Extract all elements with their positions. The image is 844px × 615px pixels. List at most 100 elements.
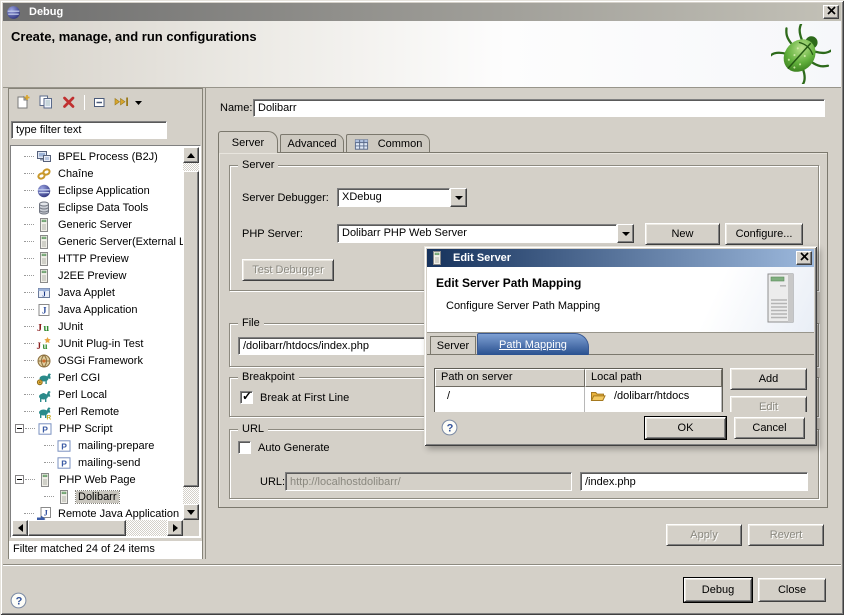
tree-guide-line [24, 292, 34, 293]
tree-horizontal-scrollbar[interactable] [12, 520, 183, 536]
osgi-framework-icon [36, 353, 52, 369]
horizontal-scroll-thumb[interactable] [28, 520, 126, 536]
tree-guide-line [24, 343, 34, 344]
tree-item-java-applet[interactable]: JJava Applet [12, 284, 183, 301]
tree-item-remote-java-application[interactable]: JRemote Java Application [12, 505, 183, 520]
name-label: Name: [220, 102, 252, 114]
path-mapping-table: Path on server Local path //dolibarr/htd… [434, 368, 723, 412]
tree-item-generic-server[interactable]: Generic Server [12, 216, 183, 233]
delete-button[interactable] [59, 93, 78, 111]
tree-item-osgi-framework[interactable]: OSGi Framework [12, 352, 183, 369]
tab-advanced[interactable]: Advanced [280, 134, 344, 153]
php-server-combo[interactable]: Dolibarr PHP Web Server [337, 224, 634, 243]
tree-item-perl-cgi[interactable]: Perl CGI [12, 369, 183, 386]
tree-guide-line [44, 445, 54, 446]
dialog-help-button[interactable]: ? [441, 419, 458, 436]
tree-vertical-scrollbar[interactable] [183, 147, 199, 520]
edit-server-titlebar[interactable]: Edit Server [427, 249, 814, 267]
tree-item-junit-plug-in-test[interactable]: JuJUnit Plug-in Test [12, 335, 183, 352]
url-path-input[interactable] [580, 472, 808, 491]
dialog-tab-path-mapping[interactable]: Path Mapping [477, 333, 589, 355]
url-base-input[interactable] [285, 472, 572, 491]
tree-item-bpel-process-b2j[interactable]: BPEL Process (B2J) [12, 148, 183, 165]
tree-item-label: HTTP Preview [56, 253, 131, 265]
column-local-path: Local path [585, 369, 722, 387]
close-button[interactable]: Close [758, 578, 826, 602]
server-icon [56, 489, 72, 505]
combo-dropdown-button[interactable] [450, 188, 467, 207]
database-icon [36, 200, 52, 216]
close-dialog-button[interactable] [796, 251, 812, 265]
help-button[interactable]: ? [10, 592, 27, 609]
tree-item-dolibarr[interactable]: Dolibarr [12, 488, 183, 505]
tree-guide-line [24, 394, 34, 395]
tree-item-generic-server-external-la[interactable]: Generic Server(External La [12, 233, 183, 250]
server-icon [36, 217, 52, 233]
scroll-left-button[interactable] [12, 520, 28, 536]
tree-item-eclipse-data-tools[interactable]: Eclipse Data Tools [12, 199, 183, 216]
configure-server-button[interactable]: Configure... [725, 223, 803, 245]
tree-item-php-script[interactable]: PPHP Script [12, 420, 183, 437]
tree-item-http-preview[interactable]: HTTP Preview [12, 250, 183, 267]
server-tower-image [764, 272, 798, 329]
junit-plugin-icon: Ju [36, 336, 52, 352]
window-title: Debug [29, 6, 63, 18]
svg-text:J: J [37, 323, 42, 334]
tab-server[interactable]: Server [218, 131, 278, 153]
scroll-down-button[interactable] [183, 504, 199, 520]
svg-text:?: ? [447, 423, 454, 435]
new-server-button[interactable]: New [645, 223, 720, 245]
vertical-scroll-thumb[interactable] [183, 171, 199, 487]
close-window-button[interactable] [823, 5, 839, 19]
empty-table-row [435, 405, 722, 412]
tree-item-cha-ne[interactable]: Chaîne [12, 165, 183, 182]
tree-item-j2ee-preview[interactable]: J2EE Preview [12, 267, 183, 284]
scroll-up-button[interactable] [183, 147, 199, 163]
edit-server-dialog: Edit Server Edit Server Path Mapping Con… [424, 246, 817, 446]
add-mapping-button[interactable]: Add [730, 368, 807, 390]
collapse-expander-icon[interactable] [15, 424, 24, 433]
tree-item-perl-local[interactable]: Perl Local [12, 386, 183, 403]
test-debugger-button[interactable]: Test Debugger [242, 259, 334, 281]
path-on-server-cell: / [435, 387, 585, 405]
collapse-all-button[interactable] [90, 93, 109, 111]
revert-button[interactable]: Revert [748, 524, 824, 546]
tab-common[interactable]: Common [346, 134, 430, 153]
break-first-line-checkbox[interactable] [240, 391, 253, 404]
dialog-tab-server[interactable]: Server [430, 336, 476, 355]
tree-item-java-application[interactable]: JJava Application [12, 301, 183, 318]
path-mapping-row[interactable]: //dolibarr/htdocs [435, 387, 722, 405]
ok-button[interactable]: OK [645, 417, 726, 439]
tree-item-php-web-page[interactable]: PHP Web Page [12, 471, 183, 488]
debug-button[interactable]: Debug [684, 578, 752, 602]
filter-input[interactable] [11, 121, 167, 139]
edit-mapping-button[interactable]: Edit [730, 396, 807, 412]
tree-item-eclipse-application[interactable]: Eclipse Application [12, 182, 183, 199]
server-debugger-combo[interactable]: XDebug [337, 188, 467, 207]
tree-item-mailing-send[interactable]: Pmailing-send [12, 454, 183, 471]
scrollbar-corner [183, 520, 199, 536]
tree-item-mailing-prepare[interactable]: Pmailing-prepare [12, 437, 183, 454]
scroll-right-button[interactable] [167, 520, 183, 536]
new-config-button[interactable] [13, 93, 32, 111]
combo-dropdown-button[interactable] [617, 224, 634, 243]
tree-item-junit[interactable]: JuJUnit [12, 318, 183, 335]
footer-separator [3, 564, 841, 566]
collapse-expander-icon[interactable] [15, 475, 24, 484]
panel-sash[interactable] [205, 88, 206, 559]
cancel-button[interactable]: Cancel [734, 417, 805, 439]
toolbar-separator [84, 95, 85, 110]
filter-menu-caret[interactable] [133, 93, 143, 111]
dialog-heading: Edit Server Path Mapping [436, 276, 581, 290]
apply-button[interactable]: Apply [666, 524, 742, 546]
config-tree: BPEL Process (B2J)ChaîneEclipse Applicat… [12, 148, 183, 520]
window-titlebar[interactable]: Debug [3, 3, 841, 21]
auto-generate-checkbox[interactable] [238, 441, 251, 454]
tree-item-perl-remote[interactable]: RPerl Remote [12, 403, 183, 420]
duplicate-button[interactable] [36, 93, 55, 111]
tree-item-label: Dolibarr [76, 491, 119, 503]
name-input[interactable] [253, 99, 825, 117]
php-icon: P [56, 455, 72, 471]
filter-button[interactable] [113, 93, 132, 111]
breakpoint-group-legend: Breakpoint [238, 371, 299, 383]
